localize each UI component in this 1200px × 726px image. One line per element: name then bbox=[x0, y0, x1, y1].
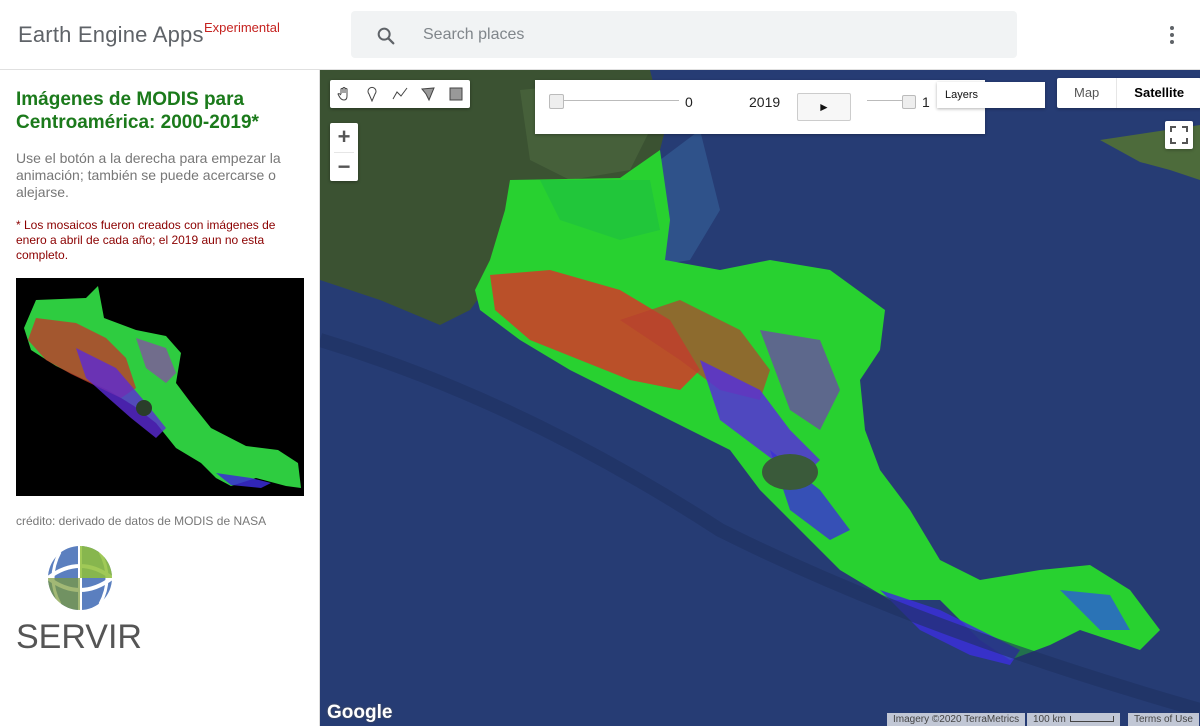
satellite-imagery bbox=[320, 70, 1200, 726]
panel-instructions: Use el botón a la derecha para empezar l… bbox=[16, 150, 281, 200]
drawing-toolbar bbox=[330, 80, 470, 108]
map-type-control: Map Satellite bbox=[1057, 78, 1200, 108]
opacity-slider-value: 1 bbox=[922, 94, 930, 110]
map-type-map-button[interactable]: Map bbox=[1057, 78, 1116, 108]
app-title[interactable]: Earth Engine Apps bbox=[18, 22, 204, 48]
play-button[interactable]: ► bbox=[797, 93, 851, 121]
search-input[interactable] bbox=[421, 21, 985, 49]
hand-icon[interactable] bbox=[330, 80, 358, 108]
experimental-badge: Experimental bbox=[204, 20, 280, 35]
opacity-slider-handle[interactable] bbox=[902, 95, 916, 109]
app-header: Earth Engine Apps Experimental bbox=[0, 0, 1200, 70]
map-canvas[interactable]: + − 0 2019 ► 1 Layers Map Satellite Goog… bbox=[320, 70, 1200, 726]
search-box[interactable] bbox=[351, 11, 1017, 58]
zoom-out-button[interactable]: − bbox=[330, 153, 358, 182]
zoom-control: + − bbox=[330, 123, 358, 181]
opacity-slider-track[interactable] bbox=[867, 100, 907, 101]
panel-title: Imágenes de MODIS para Centroamérica: 20… bbox=[16, 89, 259, 133]
scale-label: 100 km bbox=[1033, 714, 1066, 725]
rectangle-icon[interactable] bbox=[442, 80, 470, 108]
frame-slider-track[interactable] bbox=[555, 100, 679, 101]
polygon-icon[interactable] bbox=[414, 80, 442, 108]
imagery-attribution: Imagery ©2020 TerraMetrics bbox=[887, 713, 1026, 726]
frame-slider-value: 0 bbox=[685, 94, 693, 110]
logo-lettering: SERVIR bbox=[16, 618, 142, 654]
frame-slider-handle[interactable] bbox=[549, 94, 564, 109]
fullscreen-button[interactable] bbox=[1165, 121, 1193, 149]
scale-bar[interactable]: 100 km bbox=[1027, 713, 1120, 726]
line-icon[interactable] bbox=[386, 80, 414, 108]
more-vert-icon[interactable] bbox=[1164, 24, 1180, 46]
credit-text: crédito: derivado de datos de MODIS de N… bbox=[16, 514, 267, 528]
side-panel: Imágenes de MODIS para Centroamérica: 20… bbox=[0, 70, 320, 726]
zoom-in-button[interactable]: + bbox=[330, 123, 358, 152]
search-icon[interactable] bbox=[375, 25, 397, 47]
servir-logo: SERVIR bbox=[16, 544, 146, 656]
scale-line bbox=[1069, 716, 1114, 723]
year-label: 2019 bbox=[749, 94, 781, 110]
fullscreen-icon bbox=[1170, 126, 1188, 144]
layers-button[interactable]: Layers bbox=[937, 82, 1045, 108]
marker-icon[interactable] bbox=[358, 80, 386, 108]
animation-panel: 0 2019 ► 1 bbox=[535, 80, 985, 134]
map-type-satellite-button[interactable]: Satellite bbox=[1116, 78, 1200, 108]
panel-note: * Los mosaicos fueron creados con imágen… bbox=[16, 218, 276, 262]
animation-thumbnail bbox=[16, 278, 304, 496]
google-logo: Google bbox=[327, 702, 393, 723]
terms-link[interactable]: Terms of Use bbox=[1128, 713, 1199, 726]
